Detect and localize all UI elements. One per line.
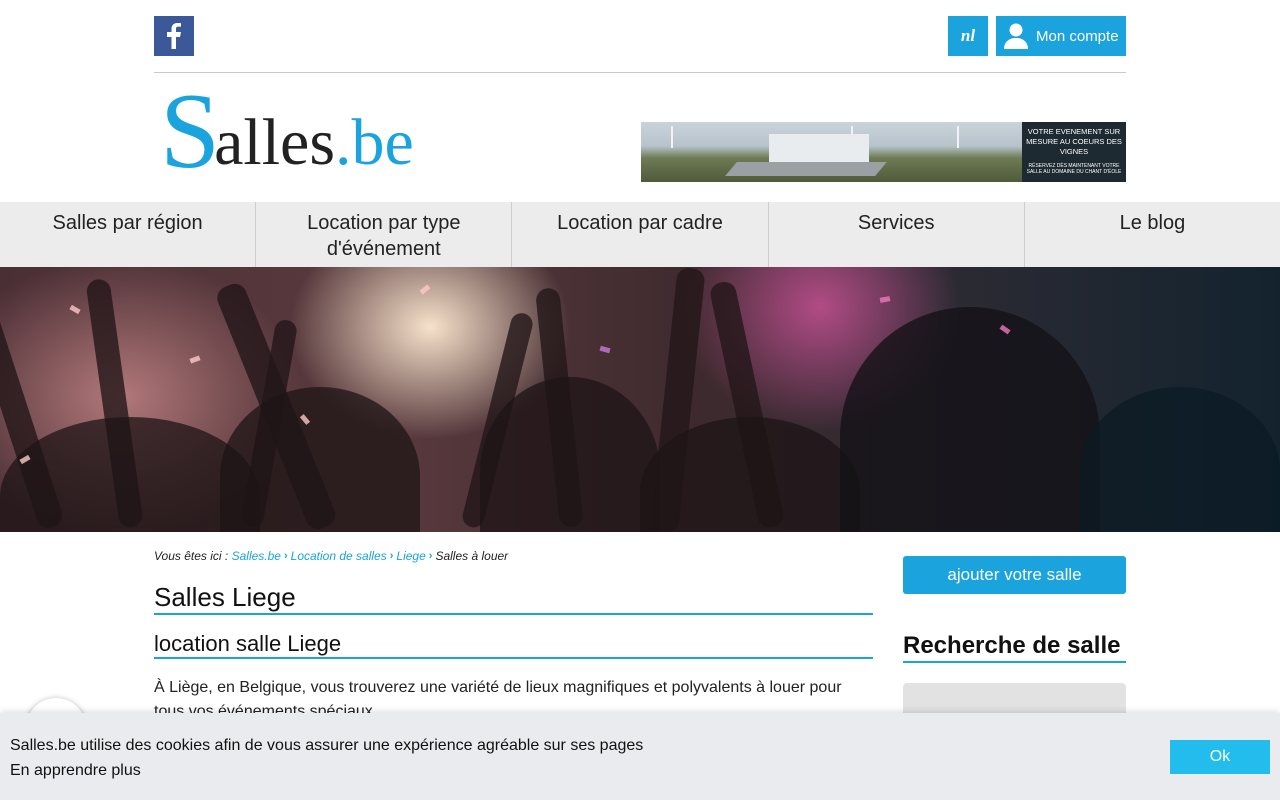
hero-confetti: [419, 284, 431, 295]
page-title: Salles Liege: [154, 582, 873, 615]
ad-subline: RÉSERVEZ DÈS MAINTENANT VOTRE SALLE AU D…: [1026, 163, 1122, 175]
account-label: Mon compte: [1036, 27, 1119, 45]
hero-crowd-silhouette: [1080, 387, 1280, 532]
account-button[interactable]: Mon compte: [996, 16, 1126, 56]
chevron-right-icon: ›: [283, 550, 288, 562]
cookie-ok-button[interactable]: Ok: [1170, 740, 1270, 774]
breadcrumb-link-location[interactable]: Location de salles: [291, 549, 387, 563]
hero-confetti: [879, 296, 891, 303]
facebook-icon: [167, 23, 181, 49]
main-navigation: Salles par région Location par type d'év…: [0, 202, 1280, 267]
user-icon: [1004, 23, 1028, 49]
nav-item-salles-par-region[interactable]: Salles par région: [0, 202, 257, 267]
nav-item-location-par-cadre[interactable]: Location par cadre: [512, 202, 769, 267]
facebook-button[interactable]: [154, 16, 194, 56]
breadcrumb-link-home[interactable]: Salles.be: [232, 549, 281, 563]
site-logo[interactable]: S alles . be: [160, 78, 470, 186]
chevron-right-icon: ›: [428, 550, 433, 562]
header-divider: [154, 72, 1126, 73]
logo-text-be: be: [351, 106, 414, 179]
ad-headline: VOTRE EVENEMENT SUR MESURE AU COEURS DES…: [1026, 127, 1122, 156]
ad-banner[interactable]: VOTRE EVENEMENT SUR MESURE AU COEURS DES…: [641, 122, 1126, 182]
ad-text-panel: VOTRE EVENEMENT SUR MESURE AU COEURS DES…: [1022, 122, 1126, 182]
nav-item-location-par-type[interactable]: Location par type d'événement: [256, 202, 513, 267]
cookie-message: Salles.be utilise des cookies afin de vo…: [10, 737, 644, 754]
wind-turbine-graphic: [671, 126, 673, 148]
chevron-right-icon: ›: [389, 550, 394, 562]
top-bar: nl Mon compte: [154, 16, 1126, 56]
hero-image: [0, 267, 1280, 532]
cookie-text-block: Salles.be utilise des cookies afin de vo…: [10, 733, 643, 783]
breadcrumb: Vous êtes ici : Salles.be › Location de …: [154, 549, 508, 563]
breadcrumb-link-liege[interactable]: Liege: [396, 549, 425, 563]
hero-crowd-silhouette: [220, 387, 420, 532]
hero-confetti: [189, 355, 201, 364]
hero-crowd-silhouette: [840, 307, 1100, 532]
logo-letter-s: S: [160, 72, 220, 191]
logo-text-alles: alles: [214, 106, 336, 179]
cookie-consent-bar: Salles.be utilise des cookies afin de vo…: [0, 713, 1280, 800]
search-section-title: Recherche de salle: [903, 631, 1126, 663]
cookie-learn-more-link[interactable]: En apprendre plus: [10, 758, 643, 783]
nav-item-le-blog[interactable]: Le blog: [1025, 202, 1280, 267]
page-subtitle: location salle Liege: [154, 630, 873, 659]
hero-confetti: [599, 345, 611, 354]
language-switch-nl[interactable]: nl: [948, 16, 988, 56]
nav-item-services[interactable]: Services: [769, 202, 1025, 267]
road-graphic: [725, 162, 887, 176]
logo-dot: .: [335, 106, 352, 179]
wind-turbine-graphic: [957, 126, 959, 148]
hero-confetti: [69, 304, 81, 315]
add-venue-button[interactable]: ajouter votre salle: [903, 556, 1126, 594]
breadcrumb-prefix: Vous êtes ici :: [154, 549, 229, 563]
breadcrumb-current: Salles à louer: [435, 549, 509, 563]
